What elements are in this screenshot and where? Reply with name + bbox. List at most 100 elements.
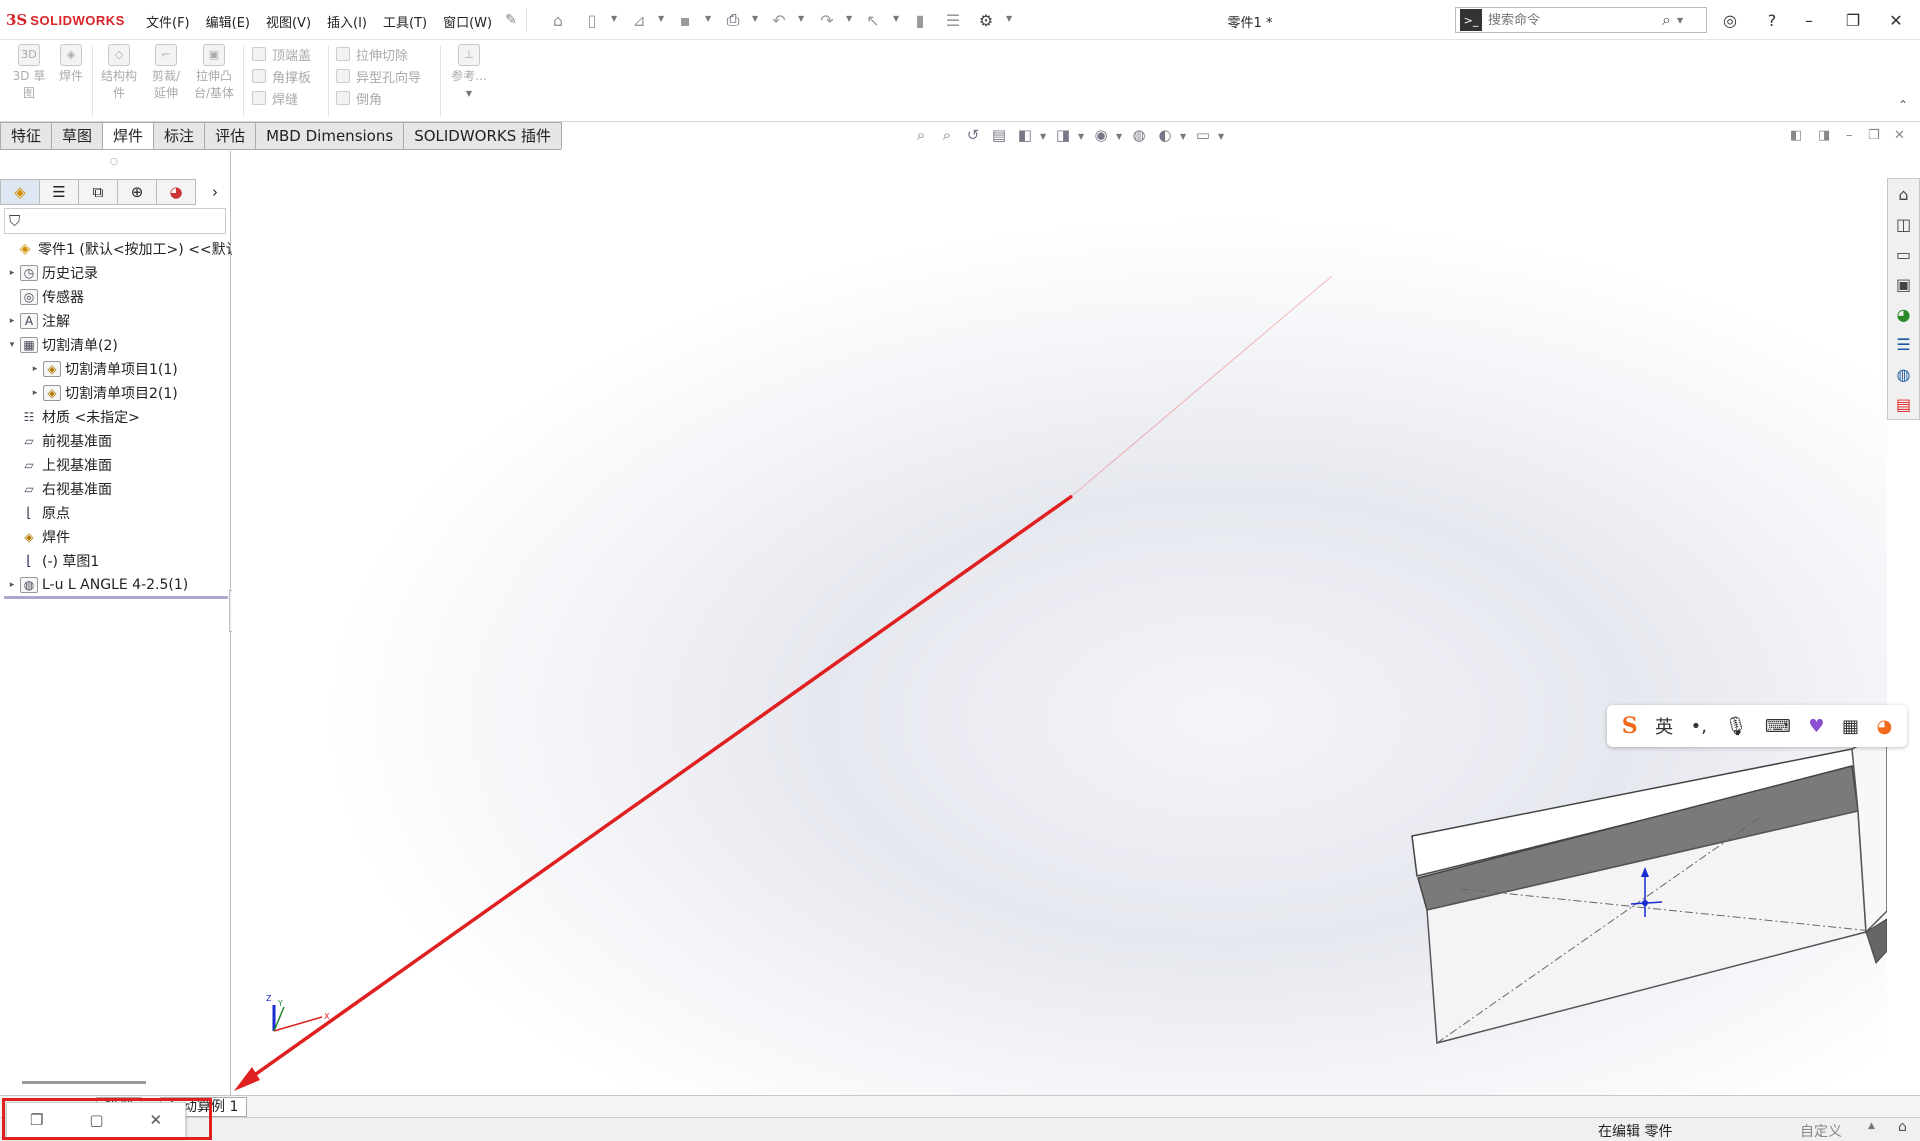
- property-manager-tab-icon[interactable]: ☰: [39, 179, 79, 205]
- chevron-down-icon[interactable]: ▼: [1116, 132, 1124, 141]
- edit-appearance-icon[interactable]: ◍: [1128, 126, 1150, 146]
- tree-item-weldment[interactable]: ◈ 焊件: [6, 526, 70, 548]
- 3d-sketch-button[interactable]: 3D 3D 草 图: [6, 44, 52, 102]
- design-library-icon[interactable]: ◫: [1888, 209, 1919, 239]
- chevron-up-icon[interactable]: ▲: [1868, 1121, 1875, 1131]
- tree-item-part[interactable]: ◈ 零件1 (默认<按加工>) <<默认: [2, 238, 240, 260]
- chevron-down-icon[interactable]: ▼: [798, 14, 804, 23]
- collapse-ribbon-icon[interactable]: ⌃: [1898, 98, 1908, 112]
- chevron-down-icon[interactable]: ▼: [1078, 132, 1086, 141]
- zoom-to-fit-icon[interactable]: ⌕: [910, 126, 932, 146]
- zoom-to-area-icon[interactable]: ⌕: [936, 126, 958, 146]
- viewport-tile-left-icon[interactable]: ◧: [1790, 128, 1802, 143]
- dimxpert-manager-tab-icon[interactable]: ⊕: [117, 179, 157, 205]
- solidworks-forum-icon[interactable]: ◍: [1888, 359, 1919, 389]
- tag-icon[interactable]: ⌂: [1898, 1119, 1907, 1135]
- l-angle-model[interactable]: [1411, 730, 1887, 1044]
- chevron-down-icon[interactable]: ▼: [752, 14, 758, 23]
- tree-item-history[interactable]: ▸ ◷ 历史记录: [6, 262, 98, 284]
- chevron-down-icon[interactable]: ▼: [658, 14, 664, 23]
- gusset-button[interactable]: 角撑板: [252, 65, 311, 87]
- tree-item-sketch1[interactable]: ⌊ (-) 草图1: [6, 550, 99, 572]
- tab-weldments[interactable]: 焊件: [102, 122, 155, 149]
- viewport-close-icon[interactable]: ✕: [1894, 128, 1905, 143]
- solidworks-logo[interactable]: 3S SOLIDWORKS: [6, 10, 125, 30]
- account-icon[interactable]: ◎: [1712, 6, 1748, 34]
- print-icon[interactable]: ⎙: [720, 8, 746, 32]
- menu-file[interactable]: 文件(F): [138, 12, 198, 31]
- display-style-icon[interactable]: ◨: [1052, 126, 1074, 146]
- undo-icon[interactable]: ↶: [766, 8, 792, 32]
- chevron-down-icon[interactable]: ▼: [1218, 132, 1226, 141]
- rebuild-icon[interactable]: ▮: [907, 8, 933, 32]
- tab-sketch[interactable]: 草图: [51, 122, 104, 149]
- select-arrow-icon[interactable]: ↖: [860, 8, 886, 32]
- help-icon[interactable]: ?: [1754, 6, 1790, 34]
- extrude-boss-button[interactable]: ▣ 拉伸凸 台/基体: [191, 44, 237, 102]
- tree-item-origin[interactable]: ⌊ 原点: [6, 502, 70, 524]
- custom-properties-icon[interactable]: ☰: [1888, 329, 1919, 359]
- view-orientation-icon[interactable]: ◧: [1014, 126, 1036, 146]
- display-manager-tab-icon[interactable]: ◕: [156, 179, 196, 205]
- end-cap-button[interactable]: 顶端盖: [252, 43, 311, 65]
- previous-view-icon[interactable]: ↺: [962, 126, 984, 146]
- tree-item-cut-list[interactable]: ▾ ▦ 切割清单(2): [6, 334, 118, 356]
- tree-item-cut-list-item-1[interactable]: ▸ ◈ 切割清单项目1(1): [29, 358, 178, 380]
- tab-solidworks-addins[interactable]: SOLIDWORKS 插件: [403, 122, 563, 149]
- tree-expander[interactable]: ▸: [29, 364, 41, 374]
- tree-expander[interactable]: ▸: [29, 388, 41, 398]
- search-input[interactable]: [1488, 12, 1658, 28]
- tree-filter-field[interactable]: ⛉: [4, 208, 226, 234]
- chevron-down-icon[interactable]: ▼: [1677, 16, 1683, 25]
- menu-window[interactable]: 窗口(W): [435, 12, 500, 31]
- chevron-down-icon[interactable]: ▼: [1180, 132, 1188, 141]
- feature-manager-tab-icon[interactable]: ◈: [0, 179, 40, 205]
- menu-tools[interactable]: 工具(T): [375, 12, 435, 31]
- chevron-down-icon[interactable]: ▼: [446, 85, 492, 102]
- new-document-icon[interactable]: ▯: [579, 8, 605, 32]
- weldment-button[interactable]: ◈ 焊件: [48, 44, 94, 85]
- appearances-scenes-icon[interactable]: ◕: [1888, 299, 1919, 329]
- ime-language-toggle[interactable]: 英: [1655, 713, 1673, 739]
- weld-bead-button[interactable]: 焊缝: [252, 87, 311, 109]
- sogou-logo-icon[interactable]: S: [1622, 713, 1638, 739]
- tree-expander[interactable]: ▸: [6, 268, 18, 278]
- section-view-icon[interactable]: ▤: [988, 126, 1010, 146]
- punctuation-icon[interactable]: •,: [1691, 716, 1707, 737]
- chevron-down-icon[interactable]: ▼: [893, 14, 899, 23]
- tree-item-top-plane[interactable]: ▱ 上视基准面: [6, 454, 112, 476]
- minimize-button[interactable]: –: [1791, 6, 1827, 34]
- chevron-down-icon[interactable]: ▼: [846, 14, 852, 23]
- tree-item-front-plane[interactable]: ▱ 前视基准面: [6, 430, 112, 452]
- view-settings-monitor-icon[interactable]: ▭: [1192, 126, 1214, 146]
- solidworks-resources-home-icon[interactable]: ⌂: [1888, 179, 1919, 209]
- trim-extend-button[interactable]: ⌐ 剪裁/ 延伸: [143, 44, 189, 102]
- units-custom-dropdown[interactable]: 自定义: [1800, 1121, 1842, 1141]
- hide-show-items-icon[interactable]: ◉: [1090, 126, 1112, 146]
- microphone-icon[interactable]: 🎙: [1724, 716, 1747, 737]
- viewport-restore-icon[interactable]: ❐: [1868, 128, 1880, 143]
- skin-icon[interactable]: ♥: [1808, 716, 1824, 737]
- restore-button[interactable]: ❐: [1835, 6, 1871, 34]
- tree-item-annotations[interactable]: ▸ A 注解: [6, 310, 70, 332]
- configuration-manager-tab-icon[interactable]: ⧉: [78, 179, 118, 205]
- home-icon[interactable]: ⌂: [545, 8, 571, 32]
- hole-wizard-button[interactable]: 异型孔向导: [336, 65, 421, 87]
- chevron-down-icon[interactable]: ▼: [705, 14, 711, 23]
- tree-expander[interactable]: ▸: [6, 580, 18, 590]
- tree-item-material[interactable]: ☷ 材质 <未指定>: [6, 406, 140, 428]
- extrude-cut-button[interactable]: 拉伸切除: [336, 43, 421, 65]
- menu-edit[interactable]: 编辑(E): [198, 12, 258, 31]
- file-explorer-icon[interactable]: ▭: [1888, 239, 1919, 269]
- chevron-down-icon[interactable]: ▼: [1006, 14, 1012, 23]
- tree-item-structural-body[interactable]: ▸ ◍ L-u L ANGLE 4-2.5(1): [6, 574, 188, 596]
- tab-mbd-dimensions[interactable]: MBD Dimensions: [255, 122, 405, 149]
- viewport-minimize-icon[interactable]: –: [1846, 128, 1853, 143]
- tab-features[interactable]: 特征: [0, 122, 53, 149]
- keyboard-icon[interactable]: ⌨: [1765, 716, 1791, 737]
- tree-expander[interactable]: ▸: [6, 316, 18, 326]
- chevron-down-icon[interactable]: ▼: [611, 14, 617, 23]
- addin-icon[interactable]: ▤: [1888, 389, 1919, 419]
- pin-icon[interactable]: ✎: [498, 8, 524, 32]
- graphics-area[interactable]: Z Y X: [232, 151, 1887, 1095]
